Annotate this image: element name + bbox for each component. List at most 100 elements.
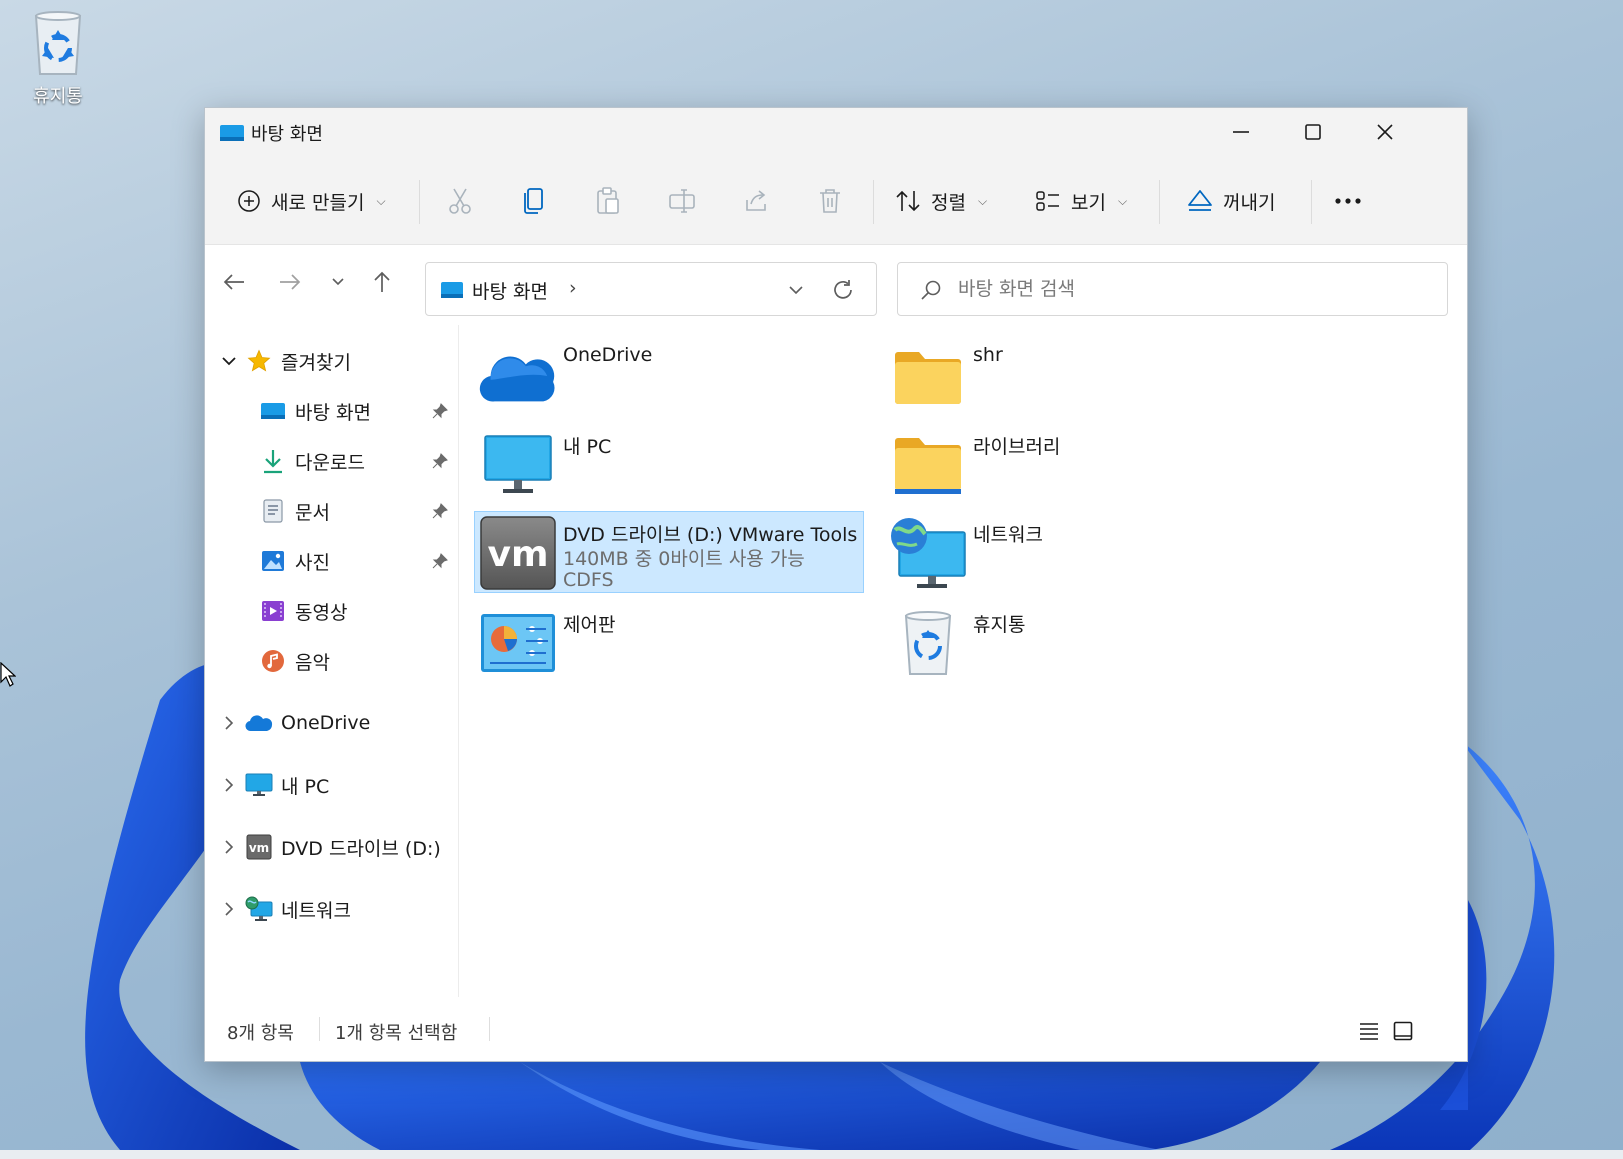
search-box[interactable] bbox=[897, 262, 1448, 316]
file-item-dvd-drive[interactable]: vm DVD 드라이브 (D:) VMware Tools 140MB 중 0바… bbox=[474, 511, 864, 593]
file-item-this-pc[interactable]: 내 PC bbox=[474, 423, 864, 505]
desktop-folder-icon bbox=[220, 125, 244, 141]
sidebar-item-downloads[interactable]: 다운로드 bbox=[205, 441, 457, 481]
arrow-left-icon bbox=[223, 274, 244, 290]
svg-text:vm: vm bbox=[488, 534, 549, 575]
cut-button[interactable] bbox=[443, 184, 477, 218]
add-icon bbox=[238, 190, 260, 212]
file-item-recycle-bin[interactable]: 휴지통 bbox=[884, 601, 1274, 683]
status-separator bbox=[489, 1017, 490, 1041]
recent-locations-button[interactable] bbox=[321, 265, 355, 299]
up-button[interactable] bbox=[365, 265, 399, 299]
sidebar-item-label: 바탕 화면 bbox=[295, 401, 371, 424]
pin-icon[interactable] bbox=[431, 402, 449, 420]
drive-file-system: CDFS bbox=[563, 569, 614, 591]
file-item-onedrive[interactable]: OneDrive bbox=[474, 335, 864, 417]
copy-button[interactable] bbox=[517, 184, 551, 218]
minimize-icon bbox=[1233, 131, 1249, 133]
title-bar[interactable]: 바탕 화면 bbox=[205, 108, 1467, 156]
file-item-network[interactable]: 네트워크 bbox=[884, 511, 1274, 593]
file-item-control-panel[interactable]: 제어판 bbox=[474, 601, 864, 683]
tiles-view-button[interactable] bbox=[1389, 1017, 1417, 1045]
sidebar-item-music[interactable]: 음악 bbox=[205, 641, 457, 681]
sidebar-item-label: 문서 bbox=[295, 501, 330, 524]
paste-button[interactable] bbox=[591, 184, 625, 218]
network-icon bbox=[245, 895, 273, 923]
sidebar-item-label: OneDrive bbox=[281, 712, 371, 734]
file-list: OneDrive shr 내 PC 라이브러리 vm DVD 드라이브 (D:)… bbox=[460, 325, 1467, 997]
chevron-right-icon[interactable] bbox=[219, 775, 239, 795]
share-button[interactable] bbox=[739, 184, 773, 218]
refresh-button[interactable] bbox=[828, 275, 858, 305]
forward-button[interactable] bbox=[273, 265, 307, 299]
chevron-right-icon[interactable] bbox=[219, 713, 239, 733]
view-button-label: 보기 bbox=[1071, 191, 1106, 214]
close-icon bbox=[1377, 124, 1393, 140]
close-button[interactable] bbox=[1349, 108, 1421, 156]
details-view-button[interactable] bbox=[1355, 1017, 1383, 1045]
address-location[interactable]: 바탕 화면 bbox=[472, 277, 548, 304]
control-panel-icon bbox=[479, 606, 557, 680]
sidebar-item-label: DVD 드라이브 (D:) bbox=[281, 837, 441, 860]
recycle-bin-icon bbox=[889, 606, 967, 680]
sidebar-item-dvd-drive[interactable]: vm DVD 드라이브 (D:) bbox=[205, 827, 457, 867]
pin-icon[interactable] bbox=[431, 502, 449, 520]
search-input[interactable] bbox=[958, 273, 1428, 305]
arrow-up-icon bbox=[374, 271, 390, 292]
file-item-name: 라이브러리 bbox=[973, 436, 1061, 458]
file-item-name: 휴지통 bbox=[973, 614, 1026, 636]
minimize-button[interactable] bbox=[1205, 108, 1277, 156]
file-item-name: OneDrive bbox=[563, 344, 653, 366]
rename-button[interactable] bbox=[665, 184, 699, 218]
sidebar-item-this-pc[interactable]: 내 PC bbox=[205, 765, 457, 805]
sort-button[interactable]: 정렬 ⌵ bbox=[895, 180, 987, 222]
chevron-right-icon[interactable] bbox=[219, 899, 239, 919]
toolbar-separator bbox=[1159, 180, 1160, 224]
vmware-icon: vm bbox=[245, 833, 273, 861]
chevron-right-icon[interactable] bbox=[219, 837, 239, 857]
sidebar-item-desktop[interactable]: 바탕 화면 bbox=[205, 391, 457, 431]
command-bar: 새로 만들기 ⌵ 정렬 ⌵ 보기 ⌵ 꺼내기 bbox=[205, 156, 1467, 245]
maximize-icon bbox=[1305, 124, 1321, 140]
navigation-pane: 즐겨찾기 바탕 화면 다운로드 문서 사진 동영상 음악 OneDrive 내 … bbox=[205, 325, 459, 997]
folder-icon bbox=[889, 340, 967, 414]
file-item-libraries[interactable]: 라이브러리 bbox=[884, 423, 1274, 505]
sidebar-item-network[interactable]: 네트워크 bbox=[205, 889, 457, 929]
desktop-recycle-bin[interactable]: 휴지통 bbox=[20, 8, 96, 108]
pc-icon bbox=[245, 771, 273, 799]
sidebar-item-label: 사진 bbox=[295, 551, 330, 574]
file-item-name: 내 PC bbox=[563, 436, 612, 458]
more-options-button[interactable] bbox=[1331, 184, 1365, 218]
sort-icon bbox=[896, 190, 920, 212]
videos-icon bbox=[259, 597, 287, 625]
breadcrumb-separator[interactable]: › bbox=[569, 277, 577, 299]
address-bar[interactable]: 바탕 화면 › bbox=[425, 262, 877, 316]
delete-button[interactable] bbox=[813, 184, 847, 218]
sidebar-item-onedrive[interactable]: OneDrive bbox=[205, 703, 457, 743]
music-icon bbox=[259, 647, 287, 675]
file-item-shr[interactable]: shr bbox=[884, 335, 1274, 417]
new-button[interactable]: 새로 만들기 ⌵ bbox=[237, 180, 386, 222]
chevron-down-icon: ⌵ bbox=[977, 193, 988, 208]
sidebar-item-quick-access[interactable]: 즐겨찾기 bbox=[205, 341, 457, 381]
chevron-down-icon bbox=[332, 278, 344, 286]
file-explorer-window: 바탕 화면 새로 만들기 ⌵ 정렬 ⌵ 보기 ⌵ 꺼내기 바탕 화면 › 바탕 … bbox=[204, 107, 1468, 1062]
sidebar-item-documents[interactable]: 문서 bbox=[205, 491, 457, 531]
paste-icon bbox=[597, 187, 619, 214]
address-history-button[interactable] bbox=[782, 277, 810, 303]
window-title: 바탕 화면 bbox=[251, 124, 323, 145]
back-button[interactable] bbox=[217, 265, 251, 299]
pin-icon[interactable] bbox=[431, 452, 449, 470]
sidebar-item-pictures[interactable]: 사진 bbox=[205, 541, 457, 581]
pin-icon[interactable] bbox=[431, 552, 449, 570]
pictures-icon bbox=[259, 547, 287, 575]
view-button[interactable]: 보기 ⌵ bbox=[1035, 180, 1127, 222]
maximize-button[interactable] bbox=[1277, 108, 1349, 156]
sidebar-item-videos[interactable]: 동영상 bbox=[205, 591, 457, 631]
chevron-down-icon[interactable] bbox=[219, 351, 239, 371]
eject-button[interactable]: 꺼내기 bbox=[1187, 180, 1275, 222]
cut-icon bbox=[449, 188, 471, 214]
search-icon bbox=[921, 280, 941, 300]
sidebar-item-label: 다운로드 bbox=[295, 451, 365, 474]
sort-button-label: 정렬 bbox=[931, 191, 966, 214]
